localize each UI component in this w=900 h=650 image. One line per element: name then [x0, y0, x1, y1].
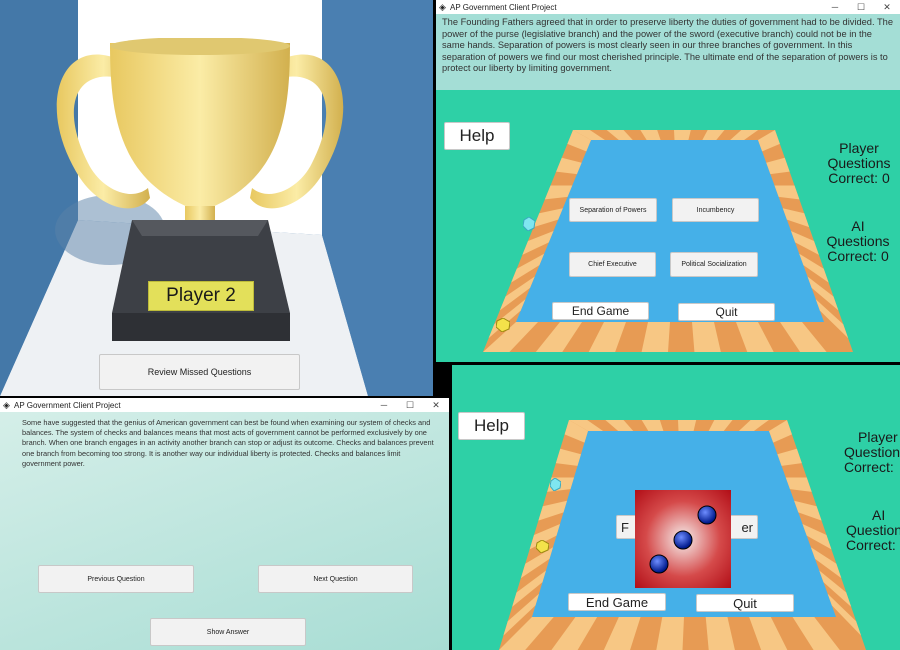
- review-title-bar: ◈ AP Government Client Project ─ ☐ ✕: [0, 398, 449, 412]
- previous-question-button[interactable]: Previous Question: [38, 565, 194, 593]
- ai-score-l2: Questions: [826, 233, 890, 249]
- ai-score-l1: AI: [851, 218, 865, 234]
- close-icon[interactable]: ✕: [423, 398, 449, 412]
- player-score-l1: Player: [839, 140, 879, 156]
- dice-player-l3: Correct:: [844, 459, 894, 475]
- ai-token-icon: [550, 478, 561, 491]
- player-token-icon: [536, 540, 549, 553]
- maximize-icon[interactable]: ☐: [397, 398, 423, 412]
- dice-player-l1: Player: [858, 429, 898, 445]
- dice-player-l2: Questions: [844, 444, 900, 460]
- show-answer-button[interactable]: Show Answer: [150, 618, 306, 646]
- dice-quit-button[interactable]: Quit: [696, 594, 794, 612]
- ai-score: AI Questions Correct: 0: [824, 219, 892, 264]
- topic-chief-executive[interactable]: Chief Executive: [569, 252, 656, 277]
- player-score-l3: Correct: 0: [828, 170, 890, 186]
- dice-window: Help F er End Game Quit Player Questions…: [452, 365, 900, 650]
- player-score: Player Questions Correct: 0: [826, 141, 892, 186]
- dice-ai-l3: Correct:: [846, 537, 896, 553]
- dice-player-score: Player Questions Correct:: [844, 430, 900, 475]
- dice-end-game-button[interactable]: End Game: [568, 593, 666, 611]
- help-button[interactable]: Help: [444, 122, 510, 150]
- plaque-label: Player 2: [166, 285, 236, 306]
- player-token-icon: [496, 318, 510, 332]
- trophy-scene: Player 2 Review Missed Questions: [0, 0, 433, 396]
- player-score-l2: Questions: [827, 155, 891, 171]
- unity-logo-icon: ◈: [3, 400, 10, 410]
- review-missed-button[interactable]: Review Missed Questions: [99, 354, 300, 390]
- end-game-button[interactable]: End Game: [552, 302, 649, 320]
- dice-ai-score: AI Questions Correct:: [846, 508, 900, 553]
- minimize-icon[interactable]: ─: [371, 398, 397, 412]
- review-question-text: Some have suggested that the genius of A…: [22, 418, 434, 468]
- dice-ai-l1: AI: [872, 507, 886, 523]
- quit-button[interactable]: Quit: [678, 303, 775, 321]
- main-window: ◈ AP Government Client Project ─ ☐ ✕ The…: [436, 0, 900, 362]
- next-question-button[interactable]: Next Question: [258, 565, 413, 593]
- topic-separation-of-powers[interactable]: Separation of Powers: [569, 198, 657, 222]
- topic-political-socialization[interactable]: Political Socialization: [670, 252, 758, 277]
- ai-score-l3: Correct: 0: [827, 248, 889, 264]
- ai-token-icon: [523, 217, 535, 231]
- review-window: ◈ AP Government Client Project ─ ☐ ✕ Som…: [0, 398, 449, 650]
- trophy-plaque: Player 2: [148, 281, 254, 311]
- die-icon: [635, 490, 731, 588]
- dice-ai-l2: Questions: [846, 522, 900, 538]
- review-window-title: AP Government Client Project: [14, 400, 121, 410]
- topic-incumbency[interactable]: Incumbency: [672, 198, 759, 222]
- dice-help-button[interactable]: Help: [458, 412, 525, 440]
